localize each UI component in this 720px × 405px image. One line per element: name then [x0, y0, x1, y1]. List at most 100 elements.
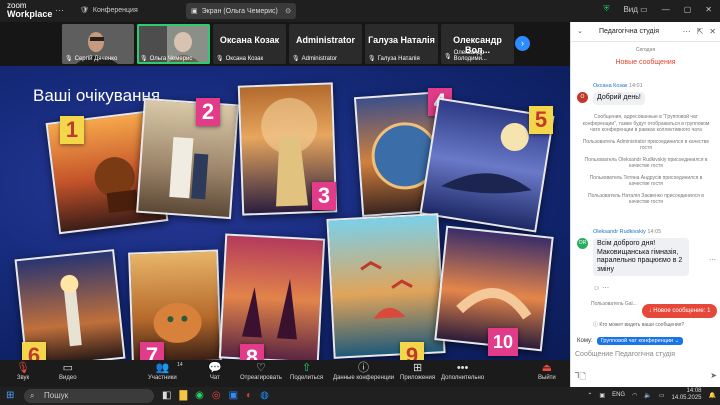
search-icon: ⌕	[30, 391, 35, 400]
chevron-down-icon[interactable]: ⌄	[577, 27, 583, 35]
share-button[interactable]: ⇧ Поделиться	[290, 362, 323, 381]
card-elders	[136, 97, 239, 220]
app-icon[interactable]: ◐	[246, 390, 252, 401]
chat-panel: ⌄ Педагогічна студія ⋯ ⇱ ✕ Сегодня Новые…	[570, 22, 720, 387]
tray-up-icon[interactable]: ⌃	[587, 392, 592, 399]
view-button[interactable]: Вид ▭	[623, 5, 647, 14]
message-bubble[interactable]: Добрий день!	[593, 92, 645, 105]
more-icon: •••	[456, 362, 469, 374]
close-icon[interactable]: ✕	[705, 5, 712, 14]
shield-small-icon: 🛡	[80, 7, 89, 14]
whatsapp-icon[interactable]: ◉	[195, 390, 204, 401]
conference-menu[interactable]: 🛡 Конференция	[80, 6, 138, 15]
audio-button[interactable]: 🎙 Звук	[16, 362, 30, 381]
screen-icon: ▣	[191, 8, 198, 15]
wifi-icon[interactable]: ◠	[632, 392, 637, 399]
window-controls: ⛨ Вид ▭ — ▢ ✕	[603, 4, 712, 14]
message-bubble[interactable]: Всім доброго дня! Маковищанська гімназія…	[593, 238, 689, 276]
card-dancers	[218, 233, 326, 360]
chat-icon: 💬	[208, 362, 222, 374]
participants-button[interactable]: 👥 14 Участники	[148, 362, 183, 381]
app-tray-icon[interactable]: ▣	[599, 392, 605, 399]
title-bar: zoom Workplace ⋯ 🛡 Конференция ▣ Экран (…	[0, 0, 720, 22]
compose-tools: Ꞁ 🗋 ➤	[575, 371, 717, 385]
widgets-icon[interactable]: ◧	[162, 390, 171, 401]
chrome-icon[interactable]: ◎	[212, 390, 221, 401]
card-number: 9	[400, 342, 424, 360]
card-number: 10	[488, 328, 518, 356]
participants-count: 14	[177, 362, 183, 368]
mic-muted-icon: 🎙	[16, 362, 30, 374]
participant-tile[interactable]: Administrator 🎙 Administrator	[289, 24, 362, 64]
participant-tile[interactable]: 🎙 Сергій Дяченко	[62, 24, 134, 64]
mic-muted-small-icon: 🎙	[292, 56, 300, 62]
language-indicator[interactable]: ENG	[612, 392, 625, 398]
system-message: Пользователь Administrator присоединился…	[582, 138, 710, 152]
next-page-button[interactable]: ›	[515, 36, 530, 51]
more-options-icon[interactable]: ⊙	[285, 7, 291, 15]
browser-icon[interactable]: ◍	[260, 390, 269, 401]
avatar: OR	[577, 238, 588, 249]
participant-name: 🎙 Ольга Чемерис	[140, 55, 193, 63]
meeting-info-button[interactable]: ⓘ Данные конференции	[333, 362, 394, 381]
leave-button[interactable]: ⏏ Выйти	[538, 362, 556, 381]
windows-taskbar: ⊞ ⌕ Пошук ◧ ▇ ◉ ◎ ▣ ◐ ◍ ⌃ ▣ ENG ◠ 🔈 ▭ 14…	[0, 387, 720, 405]
options-icon[interactable]: ⋯	[55, 5, 64, 16]
popout-icon[interactable]: ⇱	[697, 27, 704, 36]
participant-strip: 🎙 Сергій Дяченко 🎙 Ольга Чемерис Оксана Ко…	[0, 22, 570, 66]
screen-share-label: Экран (Ольга Чемерис)	[201, 7, 278, 15]
battery-icon[interactable]: ▭	[659, 392, 665, 399]
chat-button[interactable]: 💬 Чат	[208, 362, 222, 381]
reaction-icon[interactable]: ☺ ⋯	[593, 284, 609, 292]
recipient-dropdown[interactable]: Групповой чат конференции ⌄	[596, 337, 684, 345]
participant-name: 🎙 Сергій Дяченко	[65, 55, 118, 63]
apps-button[interactable]: ⊞ Приложения	[400, 362, 435, 381]
chat-controls: ⋯ ⇱ ✕	[683, 27, 716, 36]
windows-start-icon[interactable]: ⊞	[6, 390, 14, 401]
mic-muted-small-icon: 🎙	[444, 53, 452, 60]
message-sender: Oleksandr Rudkivskiy 14:05	[593, 229, 662, 235]
conference-label: Конференция	[92, 6, 138, 14]
mic-muted-small-icon: 🎙	[216, 56, 224, 62]
message-actions-icon[interactable]: ⋯	[709, 256, 716, 264]
notifications-icon[interactable]: 🔔	[709, 392, 716, 399]
new-message-button[interactable]: ↓ Новое сообщение: 1	[642, 304, 717, 318]
security-icon[interactable]: ⛨	[603, 4, 609, 14]
file-icon[interactable]: 🗋	[579, 371, 585, 385]
avatar: О	[577, 92, 588, 103]
participant-tile[interactable]: Олександр Вол... 🎙 Олександр Володими...	[441, 24, 514, 64]
maximize-icon[interactable]: ▢	[684, 5, 692, 14]
clock[interactable]: 14:08 14.05.2025	[671, 388, 701, 402]
send-icon[interactable]: ➤	[710, 371, 717, 385]
screen-share-indicator[interactable]: ▣ Экран (Ольга Чемерис) ⊙	[186, 3, 296, 19]
more-button[interactable]: ••• Дополнительно	[441, 362, 484, 381]
apps-icon: ⊞	[412, 362, 423, 374]
view-label: Вид	[623, 4, 638, 14]
participant-big-name: Галуза Наталія	[368, 35, 435, 45]
volume-icon[interactable]: 🔈	[644, 392, 651, 399]
card-number: 3	[312, 182, 336, 210]
card-number: 1	[60, 116, 84, 144]
system-tray: ⌃ ▣ ENG ◠ 🔈 ▭ 14:08 14.05.2025 🔔	[587, 388, 716, 402]
close-icon[interactable]: ✕	[709, 27, 716, 36]
reactions-button[interactable]: ♡ Отреагировать	[240, 362, 282, 381]
who-can-see-link[interactable]: ⓘ Кто может видеть ваши сообщения?	[593, 321, 684, 328]
message-input[interactable]: Сообщение Педагогічна студія	[575, 351, 675, 358]
zoom-window: zoom Workplace ⋯ 🛡 Конференция ▣ Экран (…	[0, 0, 720, 405]
participant-tile[interactable]: Оксана Козак 🎙 Оксана Козак	[213, 24, 286, 64]
zoom-app-icon[interactable]: ▣	[229, 390, 238, 401]
video-button[interactable]: ▭ Видео	[59, 362, 77, 381]
card-birds	[326, 213, 446, 359]
participant-tile-active[interactable]: 🎙 Ольга Чемерис	[137, 24, 210, 64]
participant-tile[interactable]: Галуза Наталія 🎙 Галуза Наталія	[365, 24, 438, 64]
more-options-icon[interactable]: ⋯	[683, 27, 691, 36]
taskbar-search[interactable]: ⌕ Пошук	[24, 389, 154, 403]
participant-name: 🎙 Галуза Наталія	[368, 55, 420, 63]
file-explorer-icon[interactable]: ▇	[179, 390, 187, 401]
system-message: Пользователь Gal...	[591, 301, 637, 307]
participants-icon: 👥	[155, 362, 170, 374]
chat-header: ⌄ Педагогічна студія ⋯ ⇱ ✕	[571, 22, 720, 42]
system-messages: Сообщения, адресованные в "Групповой чат…	[571, 114, 720, 206]
minimize-icon[interactable]: —	[662, 5, 670, 14]
shared-screen: Ваші очікування 1 2 3 4 5 6 7	[0, 66, 570, 360]
